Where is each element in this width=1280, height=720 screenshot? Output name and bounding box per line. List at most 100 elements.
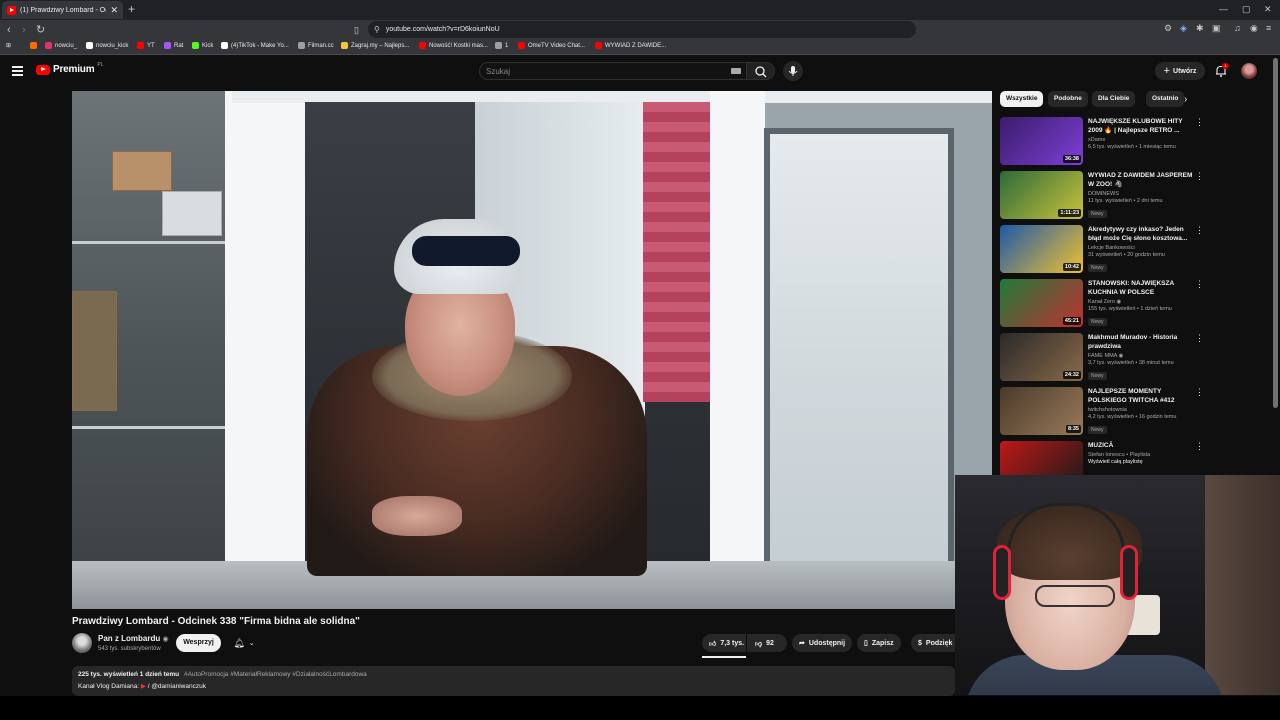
extensions-menu-icon[interactable]: ✱ xyxy=(1196,23,1204,34)
thanks-button[interactable]: $ Podzięk xyxy=(911,634,961,652)
bookmark-item[interactable]: (4)TikTok - Make Yo... xyxy=(221,42,289,49)
media-icon[interactable]: ♫ xyxy=(1234,23,1241,33)
close-window-icon[interactable]: ✕ xyxy=(1264,4,1272,14)
forward-icon[interactable]: › xyxy=(22,24,26,36)
channel-link[interactable]: / @damianiwanczuk xyxy=(148,683,206,690)
bookmark-item[interactable] xyxy=(30,42,37,49)
chip-all[interactable]: Wszystkie xyxy=(1000,91,1044,107)
more-options-icon[interactable]: ⋮ xyxy=(1195,279,1204,289)
bookmark-item[interactable]: nowciu_kick xyxy=(86,42,128,49)
recommendation-filter-chips: Wszystkie Podobne Dla Ciebie Ostatnio xyxy=(1000,91,1200,107)
dislike-button[interactable]: 👎︎ 92 xyxy=(747,634,787,652)
recommendation-title[interactable]: MUZICĂ xyxy=(1088,441,1193,450)
recommendation-channel[interactable]: Stefan Ionescu • Playlista xyxy=(1088,452,1193,458)
share-button[interactable]: ➦ Udostępnij xyxy=(792,634,853,652)
more-options-icon[interactable]: ⋮ xyxy=(1195,171,1204,181)
browser-tab-active[interactable]: (1) Prawdziwy Lombard - Od ✕ xyxy=(2,1,123,19)
recommendation-channel[interactable]: FAME MMA ◉ xyxy=(1088,353,1193,359)
chip-recent[interactable]: Ostatnio xyxy=(1146,91,1185,107)
search-input[interactable]: Szukaj xyxy=(479,62,747,80)
view-playlist-link[interactable]: Wyświetl całą playlistę xyxy=(1088,459,1193,465)
create-button[interactable]: + Utwórz xyxy=(1155,62,1205,80)
scrollbar[interactable] xyxy=(1273,58,1278,408)
recommendation-title[interactable]: Makhmud Muradov - Historia prawdziwa xyxy=(1088,333,1193,351)
maximize-icon[interactable]: ▢ xyxy=(1242,4,1251,14)
recommendation-thumbnail[interactable]: 45:21 xyxy=(1000,279,1083,327)
recommendation-title[interactable]: STANOWSKI: NAJWIĘKSZA KUCHNIA W POLSCE xyxy=(1088,279,1193,297)
bookmark-item[interactable]: OmeTV Video Chat... xyxy=(518,42,585,49)
recommendation-thumbnail[interactable]: 8:35 xyxy=(1000,387,1083,435)
recommendation-item[interactable]: 10:42 Akredytywy czy inkaso? Jeden błąd m… xyxy=(1000,225,1204,275)
recommendation-channel[interactable]: xDame xyxy=(1088,137,1193,143)
notification-settings-button[interactable]: 🔔︎ ⌄ xyxy=(228,634,260,652)
voice-search-button[interactable] xyxy=(783,61,803,81)
bookmark-item[interactable]: Filman.cc xyxy=(298,42,334,49)
new-badge: Nowy xyxy=(1088,426,1107,434)
browser-menu-icon[interactable]: ≡ xyxy=(1266,23,1271,33)
tab-close-icon[interactable]: ✕ xyxy=(110,5,118,15)
support-button[interactable]: Wesprzyj xyxy=(176,634,221,652)
channel-avatar[interactable] xyxy=(72,633,92,653)
site-info-icon[interactable]: ⚲ xyxy=(374,25,380,34)
bookmark-item[interactable]: Nowość! Kostki mas... xyxy=(419,42,488,49)
user-avatar[interactable] xyxy=(1241,63,1257,79)
reload-icon[interactable]: ↻ xyxy=(36,24,45,36)
recommendation-channel[interactable]: Kanał Zero ◉ xyxy=(1088,299,1193,305)
extension-puzzle-icon[interactable]: ⚙ xyxy=(1164,23,1172,34)
back-icon[interactable]: ‹ xyxy=(7,24,11,36)
bookmark-item[interactable]: Zagraj.my – Najleps... xyxy=(341,42,409,49)
recommendation-item[interactable]: 8:35 NAJLEPSZE MOMENTY POLSKIEGO TWITCHA … xyxy=(1000,387,1204,437)
minimize-icon[interactable]: — xyxy=(1219,4,1228,14)
chip-for-you[interactable]: Dla Ciebie xyxy=(1092,91,1136,107)
recommendation-title[interactable]: NAJWIĘKSZE KLUBOWE HITY 2009 🔥 | Najleps… xyxy=(1088,117,1193,135)
recommendation-item[interactable]: 36:38 NAJWIĘKSZE KLUBOWE HITY 2009 🔥 | Na… xyxy=(1000,117,1204,167)
video-description[interactable]: 225 tys. wyświetleń 1 dzień temu #AutoPr… xyxy=(72,666,955,696)
keyboard-icon[interactable] xyxy=(731,68,741,74)
recommendation-channel[interactable]: DOMINEWS xyxy=(1088,191,1193,197)
create-label: Utwórz xyxy=(1173,67,1197,75)
bookmark-item[interactable]: Rat xyxy=(164,42,183,49)
recommendation-thumbnail[interactable]: 1:11:23 xyxy=(1000,171,1083,219)
chip-related[interactable]: Podobne xyxy=(1048,91,1088,107)
search-button[interactable] xyxy=(747,62,775,80)
more-options-icon[interactable]: ⋮ xyxy=(1195,441,1204,451)
apps-icon[interactable]: ⊞ xyxy=(6,42,11,49)
save-button[interactable]: ▯ Zapisz xyxy=(857,634,901,652)
recommendation-item[interactable]: 1:11:23 WYWIAD Z DAWIDEM JASPEREM W ZOO! … xyxy=(1000,171,1204,221)
recommendation-title[interactable]: Akredytywy czy inkaso? Jeden błąd może C… xyxy=(1088,225,1193,243)
new-tab-icon[interactable]: + xyxy=(128,3,135,15)
like-button[interactable]: 👍︎ 7,3 tys. xyxy=(702,634,746,652)
channel-name[interactable]: Pan z Lombardu ◉ xyxy=(98,634,169,643)
recommendation-item[interactable]: 24:32 Makhmud Muradov - Historia prawdziw… xyxy=(1000,333,1204,383)
video-player[interactable] xyxy=(72,91,992,609)
recommendation-thumbnail[interactable]: 10:42 xyxy=(1000,225,1083,273)
bookmark-item[interactable]: WYWIAD Z DAWIDE... xyxy=(595,42,666,49)
bookmark-page-icon[interactable]: ▯ xyxy=(354,24,359,36)
new-badge: Nowy xyxy=(1088,372,1107,380)
recommendation-title[interactable]: NAJLEPSZE MOMENTY POLSKIEGO TWITCHA #412 xyxy=(1088,387,1193,405)
hashtags[interactable]: #AutoPromocja #MateriałReklamowy #Działa… xyxy=(184,671,367,678)
more-options-icon[interactable]: ⋮ xyxy=(1195,333,1204,343)
recommendation-channel[interactable]: Lekcje Bankowości xyxy=(1088,245,1193,251)
bookmark-item[interactable]: YT xyxy=(137,42,155,49)
recommendation-thumbnail[interactable]: 36:38 xyxy=(1000,117,1083,165)
save-icon: ▯ xyxy=(864,640,868,647)
browser-tab-bar: (1) Prawdziwy Lombard - Od ✕ + — ▢ ✕ xyxy=(0,0,1280,20)
menu-icon[interactable] xyxy=(12,66,23,78)
profile-icon[interactable]: ◉ xyxy=(1250,23,1258,34)
recommendation-channel[interactable]: twitchshotownia xyxy=(1088,407,1193,413)
url-bar[interactable]: ⚲ youtube.com/watch?v=rD6koiunNoU xyxy=(368,21,916,38)
chevron-right-icon[interactable]: › xyxy=(1184,94,1187,105)
extension-blue-icon[interactable]: ◈ xyxy=(1180,23,1187,34)
more-options-icon[interactable]: ⋮ xyxy=(1195,117,1204,127)
bookmark-item[interactable]: 1 xyxy=(495,42,508,49)
more-options-icon[interactable]: ⋮ xyxy=(1195,387,1204,397)
recommendation-title[interactable]: WYWIAD Z DAWIDEM JASPEREM W ZOO! 🦓 xyxy=(1088,171,1193,189)
recommendation-item[interactable]: 45:21 STANOWSKI: NAJWIĘKSZA KUCHNIA W POL… xyxy=(1000,279,1204,329)
more-options-icon[interactable]: ⋮ xyxy=(1195,225,1204,235)
bookmark-item[interactable]: nowciu_ xyxy=(45,42,77,49)
youtube-logo[interactable]: Premium PL xyxy=(36,62,104,75)
sidepanel-icon[interactable]: ▣ xyxy=(1212,23,1221,34)
bookmark-item[interactable]: Kick xyxy=(192,42,213,49)
recommendation-thumbnail[interactable]: 24:32 xyxy=(1000,333,1083,381)
